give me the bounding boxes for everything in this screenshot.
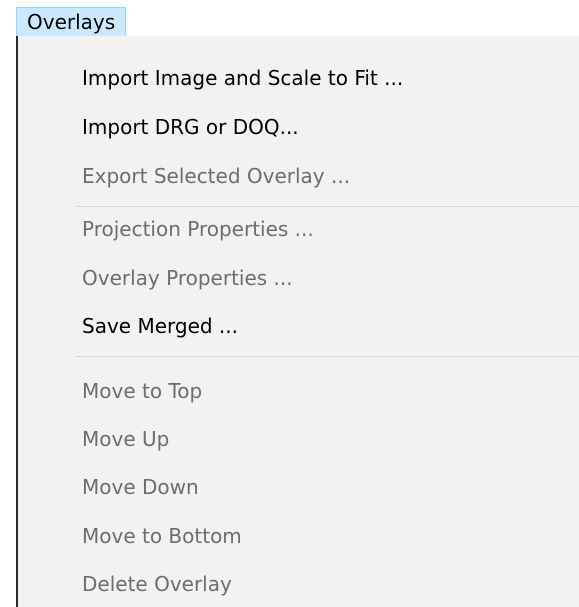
menu-item-move-up[interactable]: Move Up [82, 419, 169, 459]
menu-item-move-to-top[interactable]: Move to Top [82, 371, 202, 411]
menu-item-move-down[interactable]: Move Down [82, 467, 199, 507]
menu-item-save-merged[interactable]: Save Merged ... [82, 306, 238, 346]
menu-icon-gutter [18, 36, 72, 607]
menu-item-import-drg-doq[interactable]: Import DRG or DOQ... [82, 107, 299, 147]
menu-item-export-selected-overlay[interactable]: Export Selected Overlay ... [82, 156, 350, 196]
menu-item-overlay-properties[interactable]: Overlay Properties ... [82, 258, 293, 298]
menu-separator [76, 356, 579, 357]
menu-overlays[interactable]: Overlays [16, 7, 127, 37]
menu-item-move-to-bottom[interactable]: Move to Bottom [82, 516, 242, 556]
overlays-dropdown-menu: Import Image and Scale to Fit ... Import… [16, 36, 579, 607]
menu-item-delete-overlay[interactable]: Delete Overlay [82, 564, 232, 604]
menu-item-projection-properties[interactable]: Projection Properties ... [82, 209, 314, 249]
menu-bar: Overlays [0, 0, 579, 38]
menu-item-import-image-scale-to-fit[interactable]: Import Image and Scale to Fit ... [82, 58, 403, 98]
menu-separator [76, 206, 579, 207]
